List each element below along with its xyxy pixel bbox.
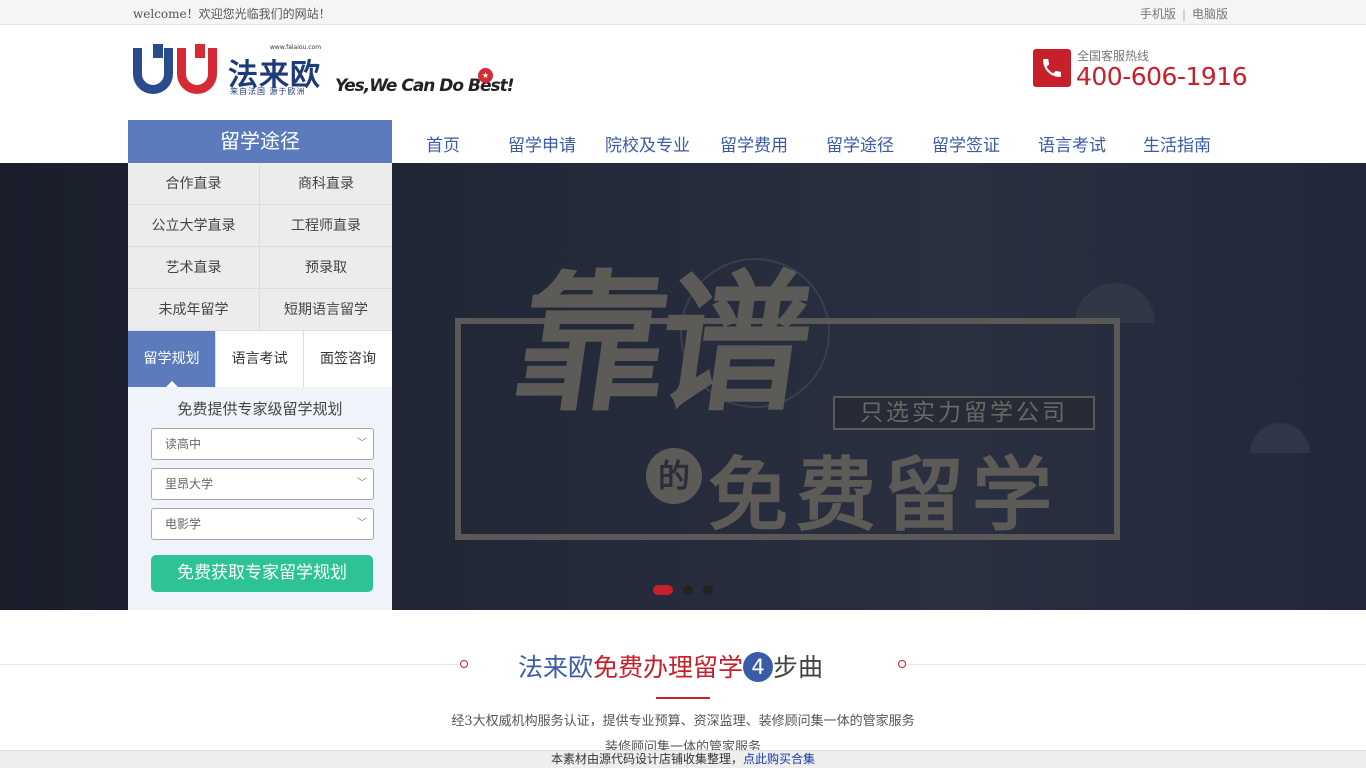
- lamp-decoration-2: [1250, 423, 1310, 453]
- steps-divider-right: [906, 664, 1366, 665]
- education-select-value: 读高中: [165, 437, 202, 451]
- mobile-version-link[interactable]: 手机版: [1140, 7, 1176, 21]
- site-logo[interactable]: www.falaiou.com 法来欧 来自法国 源于欧洲: [133, 44, 323, 100]
- welcome-text: welcome！欢迎您光临我们的网站！: [133, 7, 331, 21]
- slider-dot-1[interactable]: [653, 585, 673, 595]
- nav-item-pathways[interactable]: 留学途径: [826, 131, 894, 156]
- pathway-link[interactable]: 合作直录: [128, 163, 260, 205]
- education-select[interactable]: 读高中 ﹀: [151, 428, 374, 460]
- chevron-down-icon: ﹀: [357, 478, 367, 489]
- steps-ring-right: [898, 660, 906, 668]
- major-select[interactable]: 电影学 ﹀: [151, 508, 374, 540]
- nav-item-home[interactable]: 首页: [426, 131, 460, 156]
- steps-title: 法来欧免费办理留学 4 步曲: [518, 648, 823, 684]
- notice-text: 本素材由源代码设计店铺收集整理，: [550, 752, 743, 766]
- chevron-down-icon: ﹀: [357, 518, 367, 529]
- banner-tag: 只选实力留学公司: [833, 396, 1095, 430]
- pathway-link[interactable]: 短期语言留学: [260, 289, 392, 331]
- steps-title-number: 4: [743, 652, 774, 682]
- steps-title-highlight: 免费办理留学: [593, 653, 744, 682]
- slider-dot-2[interactable]: [683, 585, 693, 595]
- nav-item-application[interactable]: 留学申请: [508, 131, 576, 156]
- version-switch: 手机版 | 电脑版: [1140, 5, 1228, 22]
- steps-ring-left: [460, 660, 468, 668]
- slogan-badge-icon: ★: [478, 68, 493, 83]
- steps-divider-left: [0, 664, 460, 665]
- hotline-number: 400-606-1916: [1076, 62, 1248, 91]
- form-title: 免费提供专家级留学规划: [177, 400, 343, 418]
- chevron-down-icon: ﹀: [357, 438, 367, 449]
- panel-tabs: 留学规划 语言考试 面签咨询: [128, 331, 392, 387]
- logo-mark-dot-blue: [153, 44, 163, 58]
- main-nav: 首页 留学申请 院校及专业 留学费用 留学途径 留学签证 语言考试 生活指南: [392, 120, 1242, 163]
- lamp-decoration: [1075, 283, 1155, 323]
- nav-item-life-guide[interactable]: 生活指南: [1143, 131, 1211, 156]
- steps-underline: [656, 697, 710, 699]
- banner-headline: 靠谱: [505, 256, 815, 432]
- logo-mark-dot-red: [195, 44, 205, 58]
- banner-subline: 免费留学: [708, 448, 1060, 542]
- panel-title: 留学途径: [128, 120, 392, 163]
- logo-subtitle: 来自法国 源于欧洲: [230, 87, 306, 96]
- university-select[interactable]: 里昂大学 ﹀: [151, 468, 374, 500]
- pathway-link[interactable]: 商科直录: [260, 163, 392, 205]
- nav-item-language-exam[interactable]: 语言考试: [1038, 131, 1106, 156]
- nav-item-schools[interactable]: 院校及专业: [605, 131, 690, 156]
- phone-icon: [1033, 49, 1071, 87]
- tab-language-exam[interactable]: 语言考试: [216, 331, 304, 387]
- desktop-version-link[interactable]: 电脑版: [1192, 7, 1228, 21]
- pathway-link[interactable]: 预录取: [260, 247, 392, 289]
- tab-study-plan[interactable]: 留学规划: [128, 331, 216, 387]
- pathway-panel: 留学途径 合作直录 商科直录 公立大学直录 工程师直录 艺术直录 预录取 未成年…: [128, 120, 392, 610]
- get-plan-button[interactable]: 免费获取专家留学规划: [151, 555, 373, 592]
- slider-dot-3[interactable]: [703, 585, 713, 595]
- top-bar: welcome！欢迎您光临我们的网站！ 手机版 | 电脑版: [0, 0, 1366, 25]
- banner-circle-char: 的: [646, 448, 702, 504]
- pathway-link[interactable]: 未成年留学: [128, 289, 260, 331]
- buy-collection-link[interactable]: 点此购买合集: [743, 752, 815, 766]
- version-separator: |: [1181, 7, 1186, 21]
- pathway-link[interactable]: 公立大学直录: [128, 205, 260, 247]
- nav-item-fees[interactable]: 留学费用: [720, 131, 788, 156]
- nav-item-visa[interactable]: 留学签证: [932, 131, 1000, 156]
- source-notice: 本素材由源代码设计店铺收集整理，点此购买合集: [0, 750, 1366, 768]
- pathway-link[interactable]: 艺术直录: [128, 247, 260, 289]
- pathway-link[interactable]: 工程师直录: [260, 205, 392, 247]
- major-select-value: 电影学: [165, 517, 202, 531]
- steps-description: 经3大权威机构服务认证，提供专业预算、资深监理、装修顾问集一体的管家服务: [451, 714, 915, 729]
- university-select-value: 里昂大学: [165, 477, 214, 491]
- tab-visa-consult[interactable]: 面签咨询: [304, 331, 392, 387]
- steps-title-brand: 法来欧: [518, 653, 594, 682]
- steps-title-suffix: 步曲: [773, 653, 824, 682]
